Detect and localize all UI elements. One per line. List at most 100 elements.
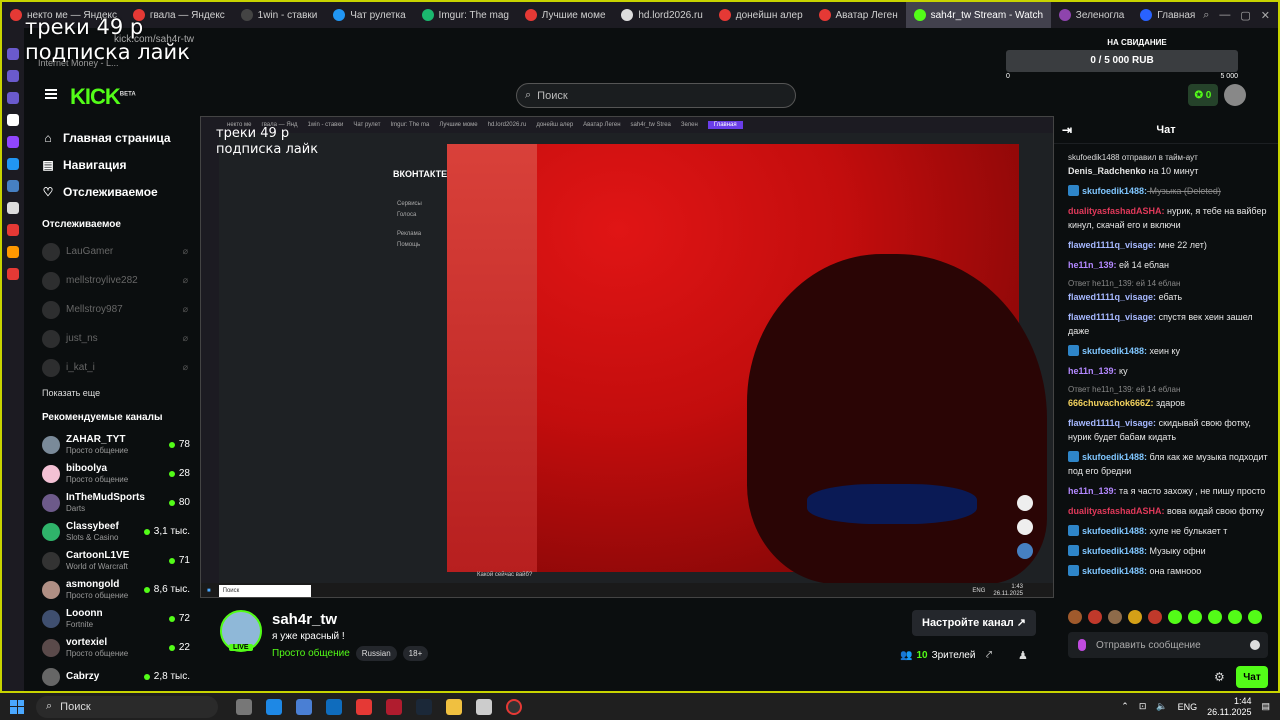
- recommended-channel[interactable]: biboolya Просто общение 28: [24, 459, 200, 488]
- close-icon[interactable]: ✕: [1261, 9, 1270, 22]
- outlook-icon[interactable]: [326, 698, 342, 715]
- sidebar-app-icon[interactable]: [7, 92, 19, 104]
- chat-username[interactable]: skufoedik1488:: [1082, 346, 1147, 356]
- following-channel[interactable]: LauGamer ⌀: [24, 237, 200, 266]
- recommended-channel[interactable]: Looonn Fortnite 72: [24, 604, 200, 633]
- recommended-channel[interactable]: CartoonL1VE World of Warcraft 71: [24, 546, 200, 575]
- sidebar-nav-item[interactable]: ▤ Навигация: [24, 151, 200, 178]
- recommended-channel[interactable]: vortexiel Просто общение 22: [24, 633, 200, 662]
- user-avatar[interactable]: [1224, 84, 1246, 106]
- kick-logo[interactable]: KICKBETA: [70, 84, 136, 110]
- emote-icon[interactable]: [1148, 610, 1162, 624]
- emote-icon[interactable]: [1188, 610, 1202, 624]
- menu-icon[interactable]: [45, 89, 57, 99]
- microphone-icon[interactable]: [1078, 639, 1086, 651]
- telegram-icon[interactable]: [7, 158, 19, 170]
- recommended-channel[interactable]: InTheMudSports Darts 80: [24, 488, 200, 517]
- chevron-up-icon[interactable]: ⌃: [1121, 701, 1129, 712]
- chat-username[interactable]: skufoedik1488:: [1082, 546, 1147, 556]
- show-more-link[interactable]: Показать еще: [24, 388, 200, 406]
- browser-tab[interactable]: sah4r_tw Stream - Watch: [905, 2, 1051, 28]
- keyboard-language[interactable]: ENG: [1178, 702, 1198, 712]
- emote-icon[interactable]: [1208, 610, 1222, 624]
- browser-tab[interactable]: Зеленогла: [1051, 2, 1132, 28]
- sidebar-nav-item[interactable]: ⌂ Главная страница: [24, 124, 200, 151]
- chat-username[interactable]: skufoedik1488:: [1082, 452, 1147, 462]
- emote-icon[interactable]: [1168, 610, 1182, 624]
- maximize-icon[interactable]: ▢: [1240, 9, 1250, 22]
- browser-tab[interactable]: hd.lord2026.ru: [613, 2, 710, 28]
- twitch-icon[interactable]: [7, 136, 19, 148]
- browser-tab[interactable]: Imgur: The mag: [414, 2, 517, 28]
- windows-start-icon[interactable]: [10, 699, 24, 714]
- chat-username[interactable]: skufoedik1488:: [1082, 566, 1147, 576]
- chat-username[interactable]: dualityasfashadASHA:: [1068, 506, 1165, 516]
- channel-name[interactable]: sah4r_tw: [272, 611, 337, 628]
- following-channel[interactable]: mellstroylive282 ⌀: [24, 266, 200, 295]
- browser-tab[interactable]: 1win - ставки: [233, 2, 326, 28]
- edge-icon[interactable]: [266, 698, 282, 715]
- chat-username[interactable]: skufoedik1488:: [1082, 186, 1147, 196]
- task-view-icon[interactable]: [236, 698, 252, 715]
- sidebar-app-icon[interactable]: [7, 70, 19, 82]
- yandex-browser-icon[interactable]: [356, 698, 372, 715]
- search-input[interactable]: ⌕ Поиск: [516, 83, 796, 108]
- recommended-channel[interactable]: ZAHAR_TYT Просто общение 78: [24, 430, 200, 459]
- network-icon[interactable]: ⊡: [1139, 701, 1147, 712]
- emote-icon[interactable]: [1228, 610, 1242, 624]
- opera-icon[interactable]: [386, 698, 402, 715]
- emote-icon[interactable]: [1248, 610, 1262, 624]
- tag-age[interactable]: 18+: [402, 646, 429, 661]
- follow-icon[interactable]: ♟: [1018, 649, 1028, 662]
- volume-icon[interactable]: 🔈: [1156, 701, 1167, 712]
- browser-tab[interactable]: донейшн алер: [711, 2, 811, 28]
- gear-icon[interactable]: ⚙: [1214, 670, 1225, 684]
- tag-language[interactable]: Russian: [355, 646, 397, 661]
- emote-icon[interactable]: [1128, 610, 1142, 624]
- chat-username[interactable]: flawed1111q_visage:: [1068, 240, 1156, 250]
- discord-icon[interactable]: [7, 202, 19, 214]
- following-channel[interactable]: Mellstroy987 ⌀: [24, 295, 200, 324]
- steam-icon[interactable]: [416, 698, 432, 715]
- points-button[interactable]: ✪ 0: [1188, 84, 1218, 106]
- chat-username[interactable]: dualityasfashadASHA:: [1068, 206, 1165, 216]
- chat-username[interactable]: flawed1111q_visage:: [1068, 418, 1156, 428]
- taskbar-search[interactable]: ⌕ Поиск: [36, 695, 218, 718]
- browser-tab[interactable]: Аватар Леген: [811, 2, 906, 28]
- browser-tab[interactable]: Главная: [1132, 2, 1203, 28]
- send-chat-button[interactable]: Чат: [1236, 666, 1268, 688]
- vk-icon[interactable]: [7, 180, 19, 192]
- app-icon[interactable]: [7, 246, 19, 258]
- chat-username[interactable]: he11n_139:: [1068, 366, 1117, 376]
- recommended-channel[interactable]: asmongold Просто общение 8,6 тыс.: [24, 575, 200, 604]
- emoji-icon[interactable]: [1250, 640, 1260, 650]
- sidebar-nav-item[interactable]: ♡ Отслеживаемое: [24, 178, 200, 205]
- recommended-channel[interactable]: Cabrzy 2,8 тыс.: [24, 662, 200, 691]
- chat-username[interactable]: skufoedik1488:: [1082, 526, 1147, 536]
- file-explorer-icon[interactable]: [446, 698, 462, 715]
- store-icon[interactable]: [296, 698, 312, 715]
- stream-category[interactable]: Просто общение: [272, 648, 350, 659]
- setup-channel-button[interactable]: Настройте канал ↗: [912, 610, 1036, 636]
- search-icon[interactable]: ⌕: [1203, 9, 1209, 22]
- browser-tab[interactable]: Лучшие моме: [517, 2, 614, 28]
- following-channel[interactable]: just_ns ⌀: [24, 324, 200, 353]
- notepad-icon[interactable]: [476, 698, 492, 715]
- app-icon[interactable]: [7, 268, 19, 280]
- chat-username[interactable]: he11n_139:: [1068, 260, 1117, 270]
- emote-icon[interactable]: [1068, 610, 1082, 624]
- chat-username[interactable]: flawed1111q_visage:: [1068, 312, 1156, 322]
- chat-username[interactable]: flawed1111q_visage:: [1068, 292, 1156, 302]
- browser-tab[interactable]: Чат рулетка: [325, 2, 413, 28]
- recommended-channel[interactable]: Classybeef Slots & Casino 3,1 тыс.: [24, 517, 200, 546]
- chat-input[interactable]: Отправить сообщение: [1068, 632, 1268, 658]
- taskbar-clock[interactable]: 1:44 26.11.2025: [1207, 696, 1251, 718]
- collapse-chat-icon[interactable]: ⇥: [1062, 123, 1072, 137]
- minimize-icon[interactable]: —: [1219, 9, 1230, 22]
- obs-icon[interactable]: [506, 698, 522, 715]
- sidebar-app-icon[interactable]: [7, 114, 19, 126]
- emote-icon[interactable]: [1108, 610, 1122, 624]
- chat-username[interactable]: Denis_Radchenko: [1068, 166, 1146, 176]
- emote-icon[interactable]: [1088, 610, 1102, 624]
- chat-username[interactable]: 666chuvachok666Z:: [1068, 398, 1154, 408]
